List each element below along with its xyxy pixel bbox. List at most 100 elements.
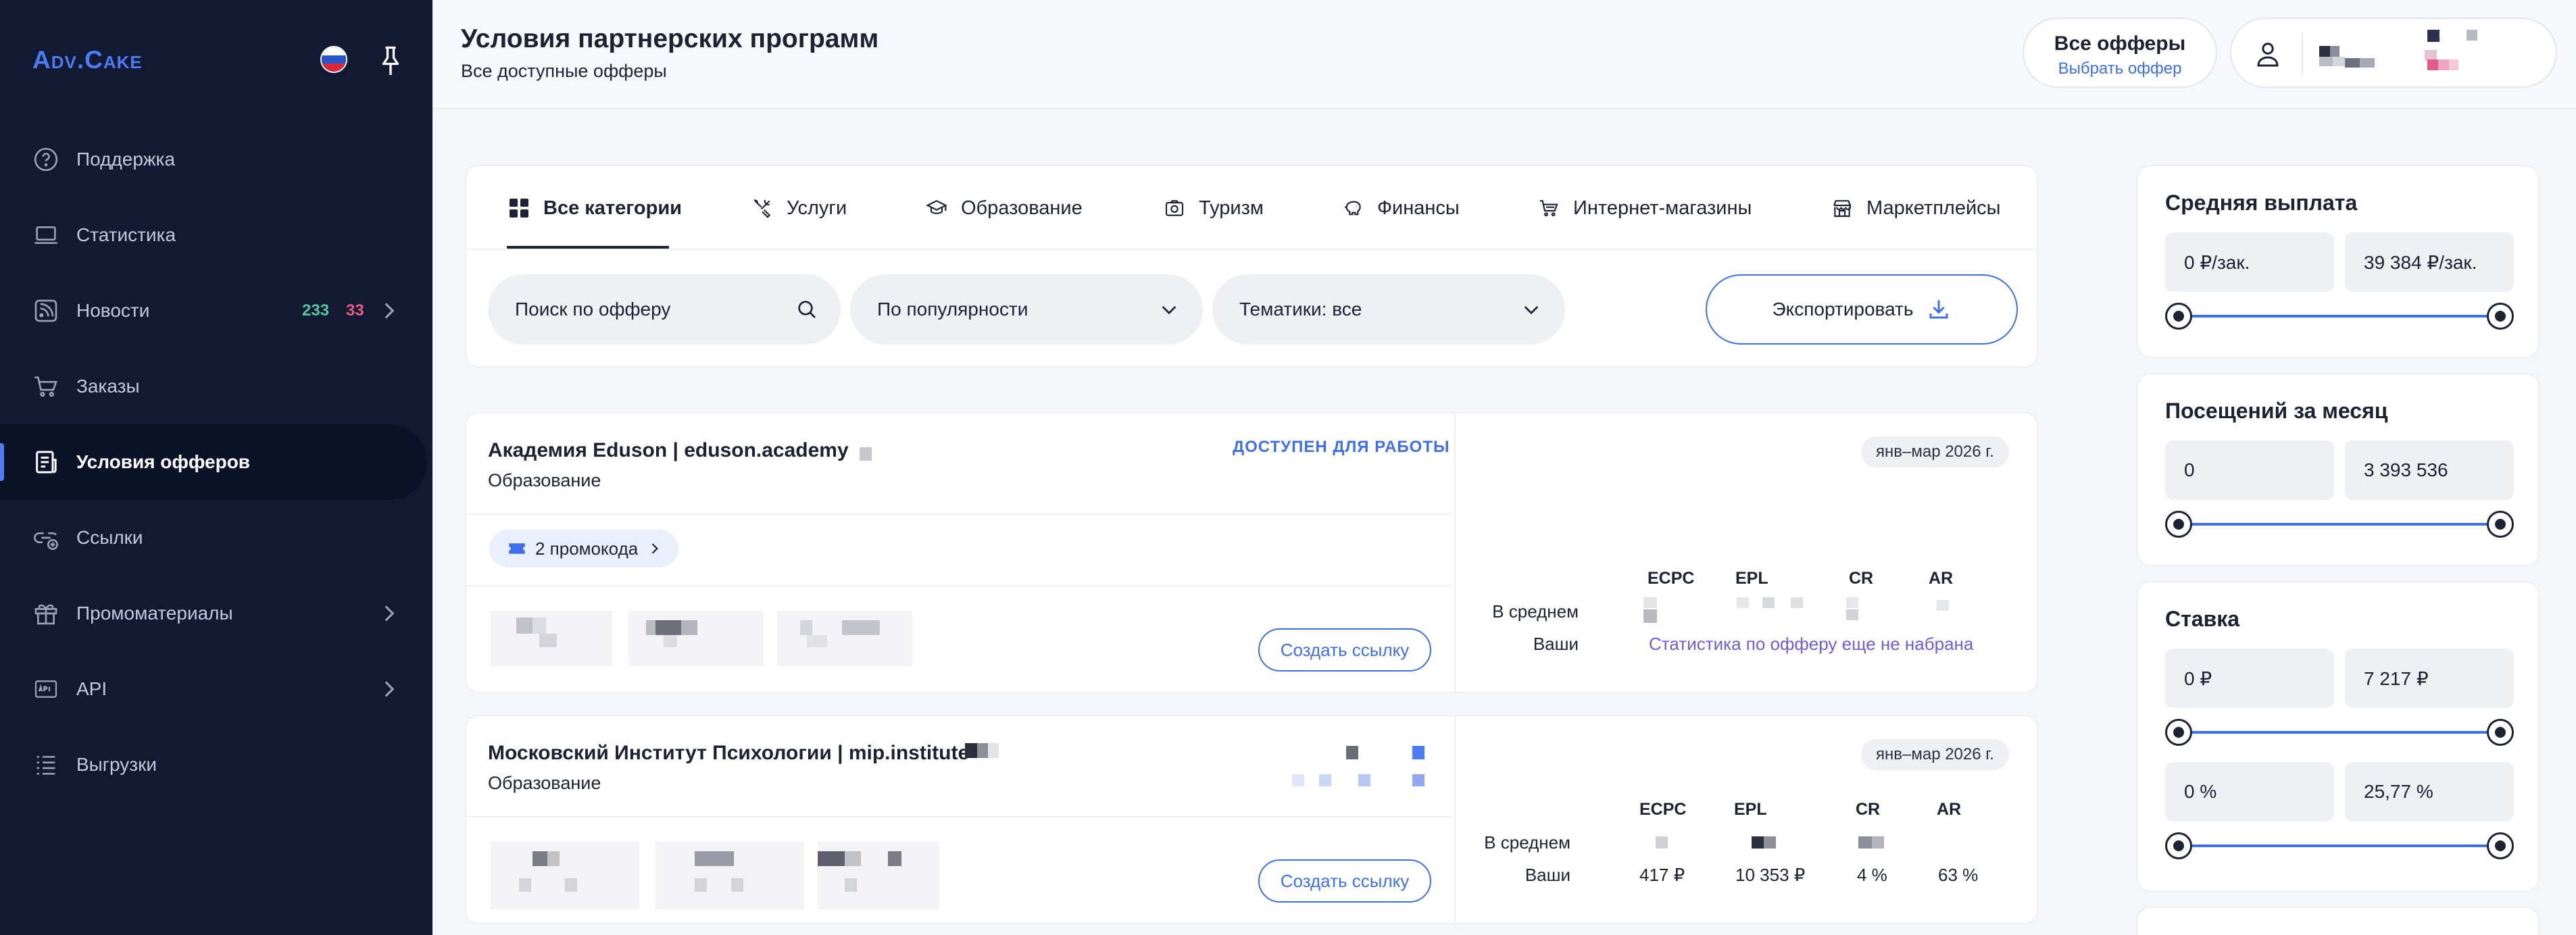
create-link-label: Создать ссылку [1280, 870, 1410, 891]
rate-pct-max-input[interactable]: 25,77 % [2345, 762, 2514, 822]
rate-filter-title: Ставка [2165, 607, 2240, 631]
yours-ar-value: 63 % [1938, 865, 1979, 885]
metric-header-ecpc: ECPC [1639, 800, 1687, 819]
offer-divider [466, 585, 1452, 586]
period-badge: янв–мар 2026 г. [1861, 436, 2009, 468]
sidebar-item-label: Ссылки [76, 527, 143, 548]
pin-icon[interactable] [378, 45, 403, 77]
tab-services[interactable]: Услуги [751, 166, 847, 250]
sort-value: По популярности [877, 299, 1029, 320]
offer-card: Академия Eduson | eduson.academy Образов… [465, 412, 2038, 694]
create-link-label: Создать ссылку [1280, 639, 1410, 660]
rate-slider-max-handle[interactable] [2487, 719, 2514, 746]
create-link-button[interactable]: Создать ссылку [1258, 859, 1431, 903]
chevron-right-icon [385, 681, 395, 697]
offer-search-input[interactable]: Поиск по офферу [488, 274, 841, 345]
export-button[interactable]: Экспортировать [1706, 274, 2018, 345]
sidebar-item-exports[interactable]: Выгрузки [0, 727, 427, 803]
sidebar-item-news[interactable]: Новости 233 33 [0, 273, 427, 349]
payout-min-input[interactable]: 0 ₽/зак. [2165, 232, 2334, 292]
rate-min-input[interactable]: 0 ₽ [2165, 649, 2334, 708]
app-logo[interactable]: Adv.Cake [32, 46, 143, 74]
payout-max-input[interactable]: 39 384 ₽/зак. [2345, 232, 2514, 292]
piggy-bank-icon [1345, 201, 1361, 216]
chevron-right-icon [652, 543, 659, 554]
tab-finance[interactable]: Финансы [1342, 166, 1460, 250]
rate-pct-slider-max-handle[interactable] [2487, 832, 2514, 859]
visits-slider-min-handle[interactable] [2165, 511, 2192, 538]
offer-category: Образование [488, 470, 601, 490]
offer-name[interactable]: Академия Eduson | eduson.academy [488, 439, 849, 462]
yours-epl-value: 10 353 ₽ [1735, 865, 1806, 885]
sidebar-item-api[interactable]: API [0, 651, 427, 727]
visits-slider-max-handle[interactable] [2487, 511, 2514, 538]
user-menu[interactable] [2230, 18, 2557, 88]
sidebar-item-orders[interactable]: Заказы [0, 349, 427, 424]
shopping-cart-icon [1539, 200, 1558, 217]
search-icon [798, 301, 816, 318]
more-filters-card [2137, 907, 2540, 935]
no-stats-note: Статистика по офферу еще не набрана [1649, 634, 1974, 654]
payout-slider-max-handle[interactable] [2487, 303, 2514, 330]
page-subtitle: Все доступные офферы [461, 61, 667, 81]
average-row-label: В среднем [1492, 601, 1579, 622]
chevron-right-icon [385, 303, 395, 319]
sidebar-item-label: Промоматериалы [76, 603, 233, 624]
redacted-commission [777, 611, 912, 666]
news-count-badge: 233 [302, 301, 330, 320]
yours-row-label: Ваши [1525, 865, 1570, 885]
tab-label: Маркетплейсы [1866, 197, 2001, 219]
visits-max-input[interactable]: 3 393 536 [2345, 440, 2514, 500]
user-icon [2257, 43, 2279, 67]
terms-icon [36, 451, 57, 474]
offer-vertical-divider [1454, 716, 1456, 926]
tab-label: Финансы [1377, 197, 1460, 219]
offer-card: Московский Институт Психологии | mip.ins… [465, 715, 2038, 926]
offer-name[interactable]: Московский Институт Психологии | mip.ins… [488, 742, 969, 765]
payout-slider-min-handle[interactable] [2165, 303, 2192, 330]
promo-codes-chip[interactable]: 2 промокода [489, 530, 679, 567]
tab-tourism[interactable]: Туризм [1164, 166, 1264, 250]
rss-icon [34, 299, 57, 322]
create-link-button[interactable]: Создать ссылку [1258, 628, 1431, 672]
payout-slider-track [2179, 315, 2500, 318]
language-flag-icon[interactable] [320, 46, 347, 73]
sidebar-item-label: Поддержка [76, 149, 176, 170]
page-title: Условия партнерских программ [461, 24, 879, 53]
offer-selector-link[interactable]: Выбрать оффер [2024, 59, 2216, 78]
graduation-cap-icon [926, 200, 947, 214]
sidebar-item-label: Статистика [76, 224, 176, 245]
visits-min-input[interactable]: 0 [2165, 440, 2334, 500]
tab-education[interactable]: Образование [926, 166, 1083, 250]
sidebar-item-offer-terms[interactable]: Условия офферов [0, 424, 427, 500]
rate-pct-slider-track [2179, 844, 2500, 847]
tab-online-stores[interactable]: Интернет-магазины [1538, 166, 1752, 250]
offer-divider [466, 816, 1452, 817]
rate-filter: Ставка 0 ₽ 7 217 ₽ 0 % 25,77 % [2137, 581, 2540, 892]
offer-selector-title: Все офферы [2054, 32, 2186, 55]
sort-select[interactable]: По популярности [850, 274, 1203, 345]
metric-header-cr: CR [1849, 569, 1874, 588]
tools-icon [753, 199, 771, 218]
sidebar-item-support[interactable]: Поддержка [0, 122, 427, 197]
rate-slider-min-handle[interactable] [2165, 719, 2192, 746]
rate-pct-min-input[interactable]: 0 % [2165, 762, 2334, 822]
list-export-icon [36, 756, 55, 775]
rate-pct-slider-min-handle[interactable] [2165, 832, 2192, 859]
tab-all-categories[interactable]: Все категории [508, 166, 682, 250]
download-icon [1929, 300, 1948, 319]
sidebar-item-links[interactable]: Ссылки [0, 500, 427, 576]
tab-label: Образование [961, 197, 1083, 219]
rate-max-input[interactable]: 7 217 ₽ [2345, 649, 2514, 708]
tab-marketplaces[interactable]: Маркетплейсы [1831, 166, 2001, 250]
yours-ecpc-value: 417 ₽ [1639, 865, 1685, 885]
sidebar-item-promo[interactable]: Промоматериалы [0, 576, 427, 651]
sidebar: Adv.Cake Поддержка Статистика Новости 23… [0, 0, 432, 935]
metric-header-ecpc: ECPC [1648, 569, 1695, 588]
rate-slider-track [2179, 731, 2500, 734]
camera-icon [1165, 200, 1184, 216]
offer-selector-button[interactable]: Все офферы Выбрать оффер [2023, 18, 2217, 88]
cart-icon [34, 376, 57, 397]
topic-select[interactable]: Тематики: все [1212, 274, 1565, 345]
sidebar-item-statistics[interactable]: Статистика [0, 197, 427, 273]
